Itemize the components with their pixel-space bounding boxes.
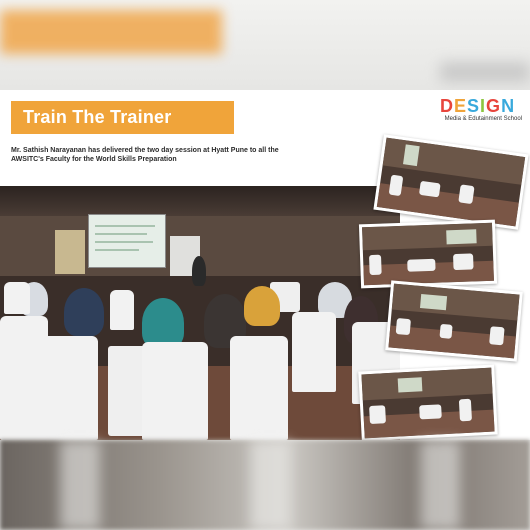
logo-letter: N <box>501 96 516 116</box>
page-title: Train The Trainer <box>23 107 172 127</box>
logo-letter: E <box>454 96 468 116</box>
logo-tagline: Media & Edutainment School <box>444 116 522 122</box>
projector-screen <box>88 214 166 268</box>
screen-text-line <box>95 225 155 227</box>
logo-wordmark: DESIGN <box>440 97 522 115</box>
caption-line-1: Mr. Sathish Narayanan has delivered the … <box>11 147 279 154</box>
speaker <box>192 256 206 286</box>
screen-text-line <box>95 233 147 235</box>
photo-ceiling <box>0 186 400 216</box>
screen-text-line <box>95 241 153 243</box>
screen-text-line <box>95 249 139 251</box>
thumb-photo-image <box>362 222 494 286</box>
photo-standee <box>55 230 85 274</box>
thumb-photo-image <box>376 137 526 227</box>
white-chair <box>0 316 48 440</box>
thumb-photo-3 <box>385 280 523 362</box>
design-logo: DESIGN Media & Edutainment School <box>440 97 522 125</box>
white-chair <box>4 282 30 314</box>
thumb-photo-2 <box>358 219 498 289</box>
caption-line-2: AWSITC's Faculty for the World Skills Pr… <box>11 156 177 163</box>
blurred-grey-band <box>440 62 530 82</box>
white-chair <box>292 312 336 392</box>
logo-letter: S <box>467 96 481 116</box>
attendee <box>64 288 104 336</box>
conference-room-photo <box>0 186 400 440</box>
logo-letter: G <box>486 96 502 116</box>
white-chair <box>110 290 134 330</box>
blurred-orange-band <box>0 10 222 54</box>
white-chair <box>42 336 98 440</box>
title-banner: Train The Trainer <box>11 101 234 134</box>
blurred-background-bottom <box>0 440 530 530</box>
attendee <box>142 298 184 348</box>
event-caption: Mr. Sathish Narayanan has delivered the … <box>11 146 311 164</box>
white-chair <box>230 336 288 440</box>
thumb-photo-image <box>361 367 495 439</box>
thumb-photo-image <box>388 283 520 359</box>
attendee <box>244 286 280 326</box>
post-card: Train The Trainer DESIGN Media & Edutain… <box>0 90 530 440</box>
thumb-photo-4 <box>358 364 498 440</box>
blurred-background-top <box>0 0 530 90</box>
logo-letter: D <box>440 96 454 116</box>
white-chair <box>142 342 208 440</box>
